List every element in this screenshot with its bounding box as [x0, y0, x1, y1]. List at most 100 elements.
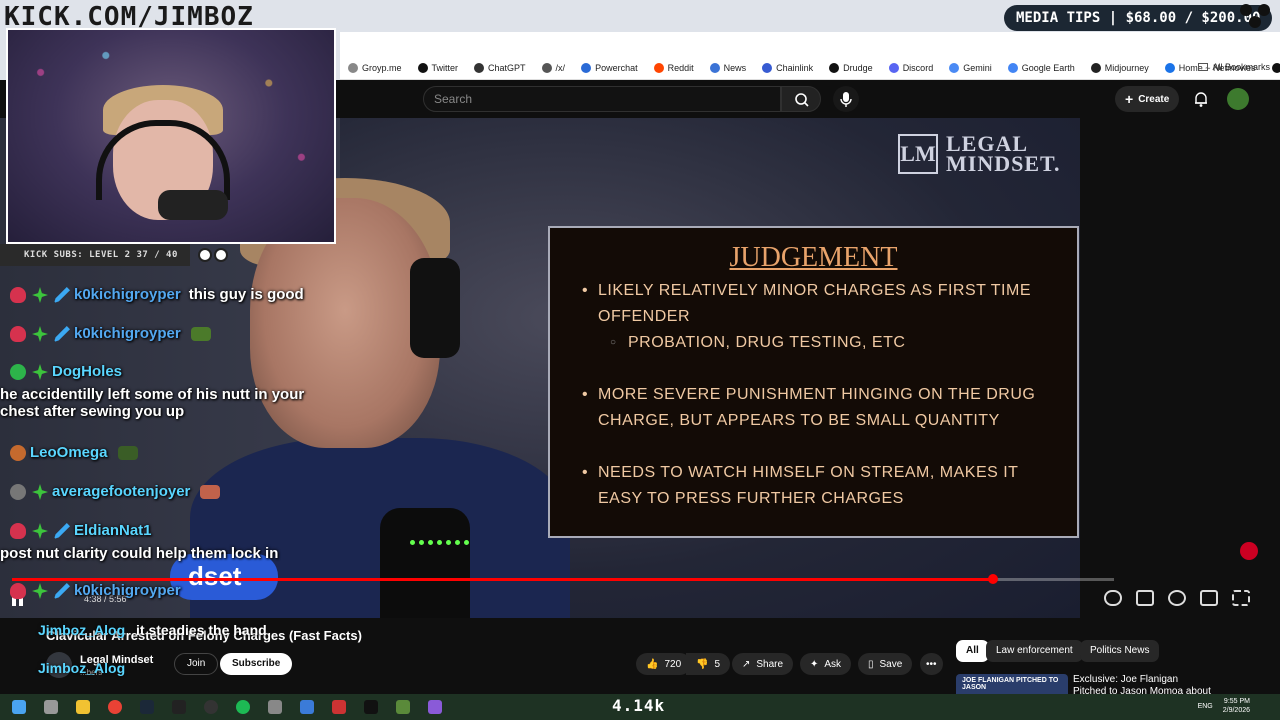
- logo-mark: LM: [898, 134, 938, 174]
- search-input[interactable]: Search: [423, 86, 781, 112]
- dislike-button[interactable]: 👎 5: [686, 653, 731, 675]
- steam-icon[interactable]: [140, 700, 154, 714]
- slide-title: JUDGEMENT: [729, 242, 898, 273]
- recommended-thumbnail[interactable]: JOE FLANIGAN PITCHED TO JASON: [956, 674, 1068, 694]
- chat-badges: [10, 583, 70, 600]
- subscribe-watermark-icon[interactable]: [1240, 542, 1258, 560]
- share-button[interactable]: ↗ Share: [732, 653, 794, 675]
- chip-law-enforcement[interactable]: Law enforcement: [986, 640, 1083, 662]
- badge-icon: [32, 326, 48, 343]
- bookmark-item[interactable]: Groyp.me: [340, 62, 410, 73]
- bookmark-item[interactable]: Gemini: [941, 62, 1000, 73]
- chat-username[interactable]: k0kichigroyper: [74, 582, 181, 599]
- badge-icon: [10, 583, 26, 600]
- chat-username[interactable]: DogHoles: [52, 363, 122, 380]
- toolbar-row: [340, 32, 1280, 80]
- gemini-icon: [949, 62, 960, 73]
- bookmark-item[interactable]: Twitter: [410, 62, 467, 73]
- theater-icon[interactable]: [1200, 590, 1218, 606]
- chip-all[interactable]: All: [956, 640, 989, 662]
- join-button[interactable]: Join: [174, 653, 219, 675]
- chat-username[interactable]: averagefootenjoyer: [52, 483, 190, 500]
- voice-search-button[interactable]: [833, 86, 859, 112]
- fullscreen-icon[interactable]: [1232, 590, 1250, 606]
- terminal-icon[interactable]: [172, 700, 186, 714]
- globe-icon: [541, 62, 552, 73]
- reddit-icon: [653, 62, 664, 73]
- account-avatar[interactable]: [1227, 88, 1249, 110]
- save-button[interactable]: ▯ Save: [858, 653, 913, 675]
- search-button[interactable]: [781, 86, 821, 112]
- autoplay-toggle-icon[interactable]: [1104, 590, 1122, 606]
- app-icon[interactable]: [332, 700, 346, 714]
- chat-text: post nut clarity could help them lock in: [0, 545, 279, 563]
- chat-message: k0kichigroyper: [10, 325, 320, 343]
- bookmark-label: Gemini: [963, 62, 992, 73]
- chat-username[interactable]: LeoOmega: [30, 444, 108, 461]
- task-view-icon[interactable]: [44, 700, 58, 714]
- app-icon[interactable]: [268, 700, 282, 714]
- create-button[interactable]: + Create: [1115, 86, 1180, 112]
- share-icon: ↗: [742, 658, 751, 670]
- app-icon[interactable]: [428, 700, 442, 714]
- chrome-icon[interactable]: [108, 700, 122, 714]
- chip-politics-news[interactable]: Politics News: [1080, 640, 1160, 662]
- progress-bar[interactable]: [12, 574, 1114, 584]
- obs-icon[interactable]: [204, 700, 218, 714]
- streamer-chat-name: Jimboz_Alog: [38, 660, 126, 676]
- bookmark-item[interactable]: Chainlink: [754, 62, 821, 73]
- chat-username[interactable]: k0kichigroyper: [74, 325, 181, 342]
- chatgpt-icon: [474, 62, 485, 73]
- settings-icon[interactable]: [1168, 590, 1186, 606]
- bookmark-label: /x/: [555, 62, 566, 73]
- bookmark-label: Drudge: [843, 62, 873, 73]
- chat-badges: [10, 484, 48, 501]
- bookmark-label: Chainlink: [776, 62, 814, 73]
- clock[interactable]: 9:55 PM 2/9/2026: [1223, 697, 1250, 715]
- video-side-bar: [1080, 118, 1270, 618]
- all-bookmarks-label: All Bookmarks: [1212, 62, 1270, 72]
- all-bookmarks[interactable]: All Bookmarks: [1198, 62, 1270, 72]
- bookmark-item[interactable]: Google Earth: [1000, 62, 1083, 73]
- more-actions-button[interactable]: •••: [920, 653, 943, 675]
- thumbs-down-icon: 👎: [696, 658, 709, 670]
- x-icon[interactable]: [364, 700, 378, 714]
- badge-icon: [32, 364, 48, 381]
- bookmark-item[interactable]: Midjourney: [1083, 62, 1157, 73]
- bookmark-item[interactable]: News: [702, 62, 755, 73]
- slide-item-text: LIKELY RELATIVELY MINOR CHARGES AS FIRST…: [598, 282, 1031, 325]
- chat-username[interactable]: EldianNat1: [74, 522, 152, 539]
- language-indicator[interactable]: ENG: [1198, 703, 1213, 710]
- progress-scrubber[interactable]: [987, 574, 998, 584]
- bookmark-item[interactable]: Discord: [881, 62, 942, 73]
- bookmark-item[interactable]: Powerchat: [573, 62, 646, 73]
- bookmark-label: Midjourney: [1104, 62, 1149, 73]
- spotify-icon[interactable]: [236, 700, 250, 714]
- bookmark-item[interactable]: ChatGPT: [466, 62, 534, 73]
- legal-mindset-logo: LM LEGAL MINDSET.: [898, 133, 1061, 175]
- chat-username[interactable]: k0kichigroyper: [74, 286, 181, 303]
- minecraft-icon[interactable]: [396, 700, 410, 714]
- captions-icon[interactable]: [1136, 590, 1154, 606]
- app-icon[interactable]: [300, 700, 314, 714]
- logo-text: LEGAL MINDSET.: [946, 133, 1061, 175]
- like-count: 720: [664, 658, 682, 670]
- kick-logo-icon: [1240, 4, 1274, 30]
- streamer-chat-name: Jimboz_Alog: [38, 622, 126, 638]
- badge-icon: [32, 583, 48, 600]
- bookmark-item[interactable]: /x/: [534, 62, 574, 73]
- youtube-header: Search + Create: [340, 80, 1280, 118]
- badge-icon: [32, 287, 48, 304]
- file-explorer-icon[interactable]: [76, 700, 90, 714]
- ask-button[interactable]: ✦ Ask: [800, 653, 852, 675]
- badge-icon: [32, 523, 48, 540]
- start-icon[interactable]: [12, 700, 26, 714]
- microphone: [380, 508, 470, 618]
- like-button[interactable]: 👍 720: [636, 653, 692, 675]
- subscribe-button[interactable]: Subscribe: [220, 653, 293, 675]
- bookmark-item[interactable]: Reddit: [646, 62, 702, 73]
- bookmark-item[interactable]: Drudge: [821, 62, 881, 73]
- badge-icon: [54, 326, 70, 343]
- bell-icon[interactable]: [1192, 90, 1210, 108]
- chat-badges: [10, 364, 48, 381]
